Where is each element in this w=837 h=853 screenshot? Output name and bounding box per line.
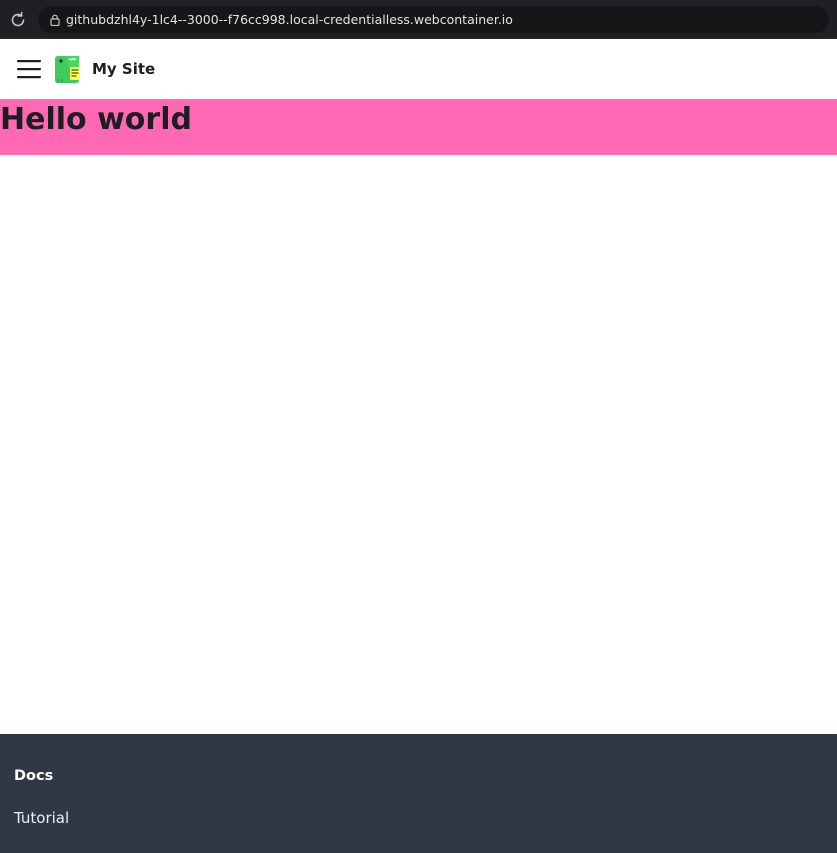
site-footer: Docs Tutorial: [0, 734, 837, 853]
reload-icon: [11, 11, 25, 27]
hero-banner: Hello world: [0, 99, 837, 155]
footer-link-tutorial[interactable]: Tutorial: [14, 809, 69, 827]
address-bar[interactable]: githubdzhl4y-1lc4--3000--f76cc998.local-…: [38, 6, 829, 33]
footer-column-title: Docs: [14, 768, 54, 784]
hamburger-menu-icon: [17, 60, 41, 79]
reload-button[interactable]: [8, 10, 28, 30]
url-text: githubdzhl4y-1lc4--3000--f76cc998.local-…: [66, 12, 513, 27]
site-logo-link[interactable]: My Site: [52, 53, 155, 85]
lock-icon: [50, 14, 60, 26]
page-title: Hello world: [0, 102, 192, 137]
site-title: My Site: [92, 60, 156, 78]
browser-toolbar: githubdzhl4y-1lc4--3000--f76cc998.local-…: [0, 0, 837, 39]
dinosaur-logo-icon: [55, 56, 80, 83]
menu-toggle-button[interactable]: [15, 55, 43, 83]
site-navbar: My Site: [0, 39, 837, 99]
